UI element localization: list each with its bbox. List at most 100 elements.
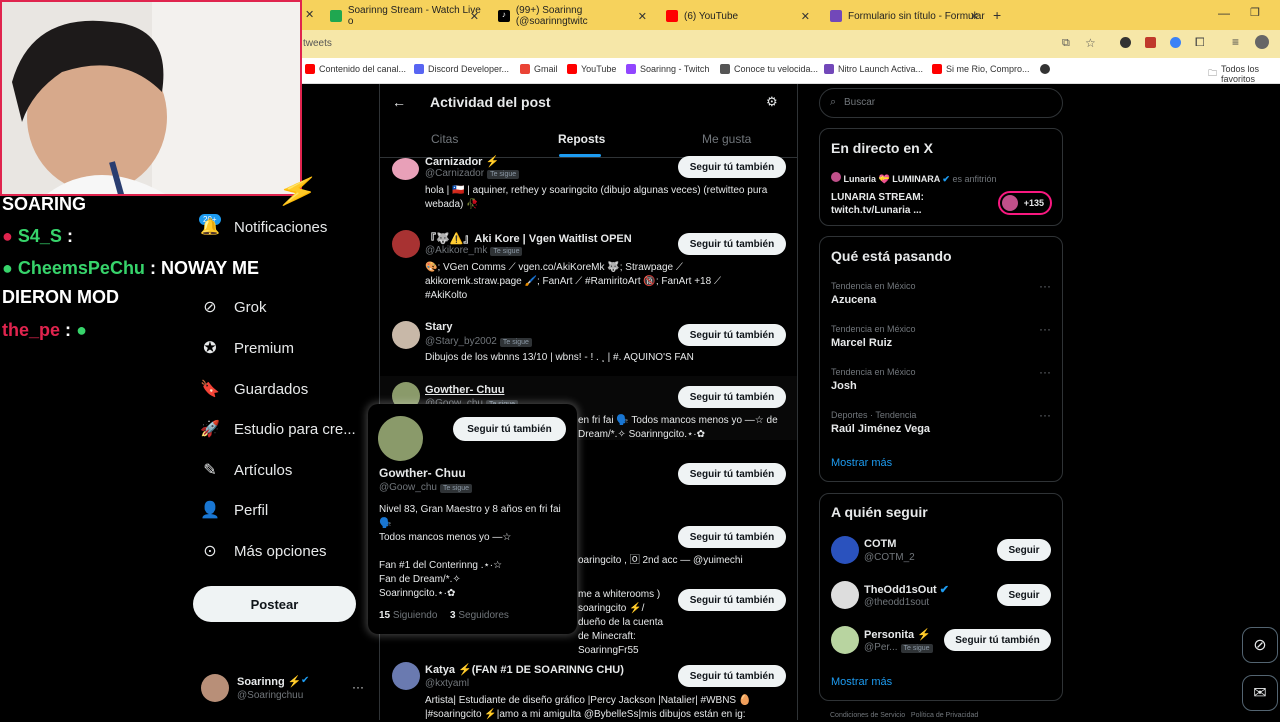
live-listener-count[interactable]: +135	[998, 191, 1052, 215]
nav-item-creator-studio[interactable]: 🚀 Estudio para cre...	[200, 414, 356, 444]
show-more-link[interactable]: Mostrar más	[831, 457, 892, 469]
nav-item-grok[interactable]: ⊘ Grok	[200, 292, 266, 322]
new-tab-button[interactable]: +	[993, 7, 1001, 23]
browser-tab[interactable]: Formulario sin título - Formular ✕	[822, 4, 987, 28]
follow-back-button[interactable]: Seguir tú también	[944, 629, 1051, 651]
back-arrow-icon[interactable]: ←	[392, 94, 406, 110]
avatar	[392, 321, 420, 349]
followers-count[interactable]: 3 Seguidores	[450, 610, 509, 621]
messages-icon[interactable]: ✉	[1242, 675, 1278, 711]
following-count[interactable]: 15 Siguiendo	[379, 610, 437, 621]
profile-avatar[interactable]	[1255, 35, 1269, 49]
maximize-icon[interactable]: ❐	[1250, 6, 1260, 19]
chat-badge-icon: ●	[2, 258, 13, 278]
bookmark-item[interactable]: YouTube	[567, 64, 616, 74]
chat-line: ● S4_S :	[2, 226, 73, 246]
chat-line: SOARING	[2, 194, 87, 214]
bookmark-item[interactable]: Discord Developer...	[414, 64, 509, 74]
follow-back-button[interactable]: Seguir tú también	[678, 665, 786, 687]
follow-back-button[interactable]: Seguir tú también	[678, 386, 786, 408]
show-more-link[interactable]: Mostrar más	[831, 676, 892, 688]
menu-icon[interactable]: ≡	[1232, 35, 1239, 49]
follows-you-badge: Te sigue	[490, 247, 523, 256]
bookmark-item[interactable]: Conoce tu velocida...	[720, 64, 818, 74]
suggested-user[interactable]: TheOdd1sOut ✔ @theodd1sout Seguir	[831, 581, 1053, 615]
profile-name[interactable]: Gowther- Chuu	[379, 466, 466, 480]
post-button[interactable]: Postear	[193, 586, 356, 622]
trend-item[interactable]: Tendencia en México Josh ···	[831, 365, 1051, 392]
avatar	[392, 662, 420, 690]
url-input[interactable]: tweets	[303, 38, 332, 49]
nav-item-premium[interactable]: ✪ Premium	[200, 333, 294, 363]
browser-tab[interactable]: Soarinng Stream - Watch Live o ✕	[322, 4, 487, 28]
footer-links[interactable]: Condiciones de Servicio Política de Priv…	[830, 712, 978, 719]
close-icon[interactable]: ✕	[801, 10, 810, 23]
follow-back-button[interactable]: Seguir tú también	[678, 324, 786, 346]
nav-item-bookmarks[interactable]: 🔖 Guardados	[200, 374, 308, 404]
who-to-follow-panel: A quién seguir COTM @COTM_2 Seguir TheOd…	[819, 493, 1063, 701]
follow-back-button[interactable]: Seguir tú también	[678, 156, 786, 178]
bookmark-item[interactable]: Nitro Launch Activa...	[824, 64, 923, 74]
bookmark-item[interactable]: Contenido del canal...	[305, 64, 406, 74]
grok-icon: ⊘	[203, 299, 217, 316]
browser-tab[interactable]: (6) YouTube ✕	[658, 4, 818, 28]
minimize-icon[interactable]: —	[1218, 6, 1230, 20]
tab-reposts[interactable]: Reposts	[558, 132, 605, 146]
live-stream-title[interactable]: LUNARIA STREAM: twitch.tv/Lunaria ...	[831, 191, 951, 217]
puzzle-icon[interactable]: ⧠	[1195, 35, 1205, 50]
star-icon[interactable]: ☆	[1085, 36, 1096, 50]
more-icon[interactable]: ···	[352, 680, 364, 694]
gmail-icon	[520, 64, 530, 74]
browser-tab[interactable]: ♪ (99+) Soarinng (@soarinngtwitc ✕	[490, 4, 655, 28]
live-host[interactable]: Lunaria 💝 LUMINARA ✔ es anfitrión	[831, 172, 997, 185]
person-icon: 👤	[200, 502, 220, 519]
close-icon[interactable]: ✕	[470, 10, 479, 23]
follow-back-button[interactable]: Seguir tú también	[678, 463, 786, 485]
more-icon[interactable]: ···	[1039, 408, 1051, 422]
trend-item[interactable]: Deportes · Tendencia Raúl Jiménez Vega ·…	[831, 408, 1051, 435]
search-input[interactable]: ⌕ Buscar	[819, 88, 1063, 118]
bookmark-item[interactable]: Soarinng - Twitch	[626, 64, 709, 74]
suggested-user[interactable]: COTM @COTM_2 Seguir	[831, 536, 1053, 570]
nav-item-profile[interactable]: 👤 Perfil	[200, 495, 268, 525]
close-icon[interactable]: ✕	[970, 10, 979, 23]
follow-back-button[interactable]: Seguir tú también	[678, 526, 786, 548]
avatar[interactable]	[201, 674, 229, 702]
settings-icon[interactable]: ⚙	[766, 94, 778, 110]
extension-icon[interactable]	[1145, 37, 1156, 48]
trend-item[interactable]: Tendencia en México Azucena ···	[831, 279, 1051, 306]
bookmark-item[interactable]: Gmail	[520, 64, 558, 74]
follow-back-button[interactable]: Seguir tú también	[678, 589, 786, 611]
more-icon[interactable]: ···	[1039, 322, 1051, 336]
streamer-face-image	[2, 2, 300, 194]
bookmark-item[interactable]	[1040, 64, 1050, 74]
bell-icon: 🔔	[200, 219, 220, 236]
more-icon[interactable]: ···	[1039, 365, 1051, 379]
follow-back-button[interactable]: Seguir tú también	[678, 233, 786, 255]
nav-item-notifications[interactable]: 🔔 Notificaciones	[200, 212, 327, 242]
extension-icon[interactable]	[1120, 37, 1131, 48]
youtube-icon	[567, 64, 577, 74]
extension-icon[interactable]	[1170, 37, 1181, 48]
tab-likes[interactable]: Me gusta	[702, 132, 751, 146]
grok-icon[interactable]: ⊘	[1242, 627, 1278, 663]
install-icon[interactable]: ⧉	[1062, 37, 1070, 50]
suggested-user[interactable]: Personita ⚡ @Per... Te sigue Seguir tú ta…	[831, 626, 1053, 660]
trend-item[interactable]: Tendencia en México Marcel Ruiz ···	[831, 322, 1051, 349]
nav-item-articles[interactable]: ✎ Artículos	[200, 455, 292, 485]
follow-back-button[interactable]: Seguir tú también	[453, 417, 566, 441]
bookmark-folder[interactable]: 🗀 Todos los favoritos	[1208, 64, 1280, 84]
tab-label: Formulario sin título - Formular	[848, 10, 985, 22]
follow-button[interactable]: Seguir	[997, 584, 1051, 606]
close-icon[interactable]: ✕	[305, 8, 314, 21]
follow-button[interactable]: Seguir	[997, 539, 1051, 561]
rocket-icon: 🚀	[200, 421, 220, 438]
avatar[interactable]	[378, 416, 423, 461]
bookmark-item[interactable]: Si me Rio, Compro...	[932, 64, 1030, 74]
more-icon: ⊙	[203, 543, 217, 560]
close-icon[interactable]: ✕	[638, 10, 647, 23]
twitch-icon	[626, 64, 636, 74]
nav-item-more[interactable]: ⊙ Más opciones	[200, 536, 326, 566]
more-icon[interactable]: ···	[1039, 279, 1051, 293]
tab-quotes[interactable]: Citas	[431, 132, 458, 146]
